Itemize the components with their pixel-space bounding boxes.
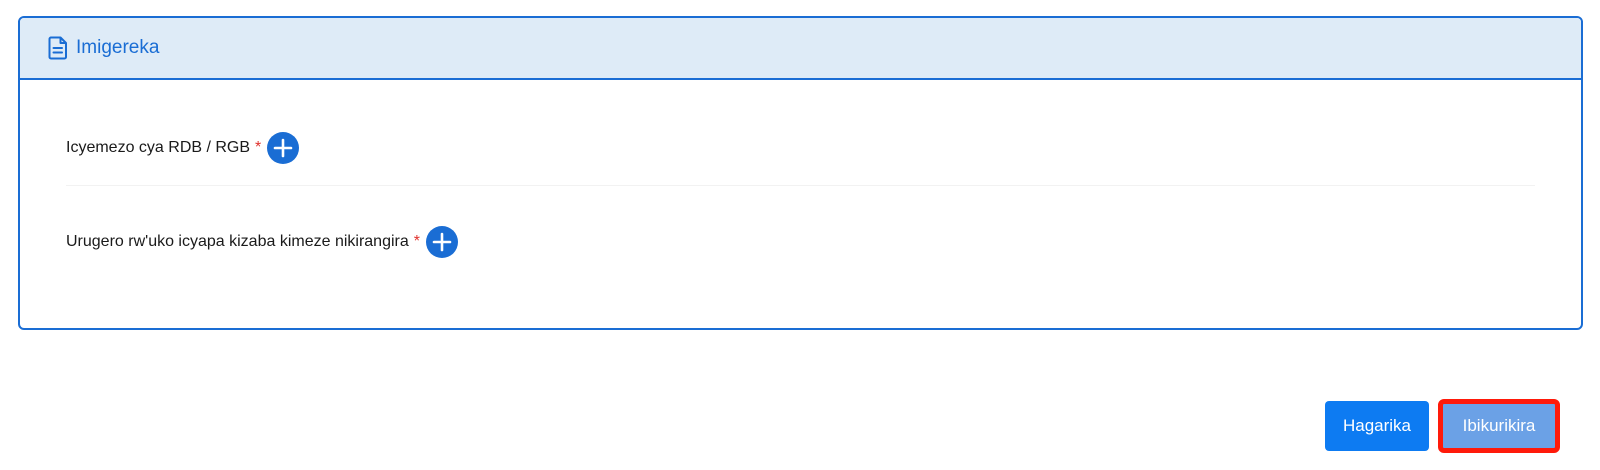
field-row-sign-sample: Urugero rw'uko icyapa kizaba kimeze niki… xyxy=(66,226,458,258)
attachments-card: Imigereka Icyemezo cya RDB / RGB * Uruge… xyxy=(18,16,1583,330)
required-mark: * xyxy=(255,139,262,156)
card-header: Imigereka xyxy=(20,18,1581,80)
add-rdb-certificate-button[interactable] xyxy=(267,132,300,164)
section-title: Imigereka xyxy=(76,37,160,58)
next-button[interactable]: Ibikurikira xyxy=(1438,399,1560,453)
add-sign-sample-button[interactable] xyxy=(426,226,458,258)
plus-circle-icon xyxy=(273,138,293,158)
required-mark: * xyxy=(413,233,420,250)
row-divider xyxy=(66,185,1535,186)
field-label: Urugero rw'uko icyapa kizaba kimeze niki… xyxy=(66,233,409,250)
document-icon xyxy=(48,36,68,60)
card-body: Icyemezo cya RDB / RGB * Urugero rw'uko … xyxy=(20,80,1581,328)
field-label: Icyemezo cya RDB / RGB xyxy=(66,139,251,156)
cancel-button[interactable]: Hagarika xyxy=(1325,401,1429,451)
plus-circle-icon xyxy=(432,232,452,252)
field-row-rdb-certificate: Icyemezo cya RDB / RGB * xyxy=(66,132,300,164)
